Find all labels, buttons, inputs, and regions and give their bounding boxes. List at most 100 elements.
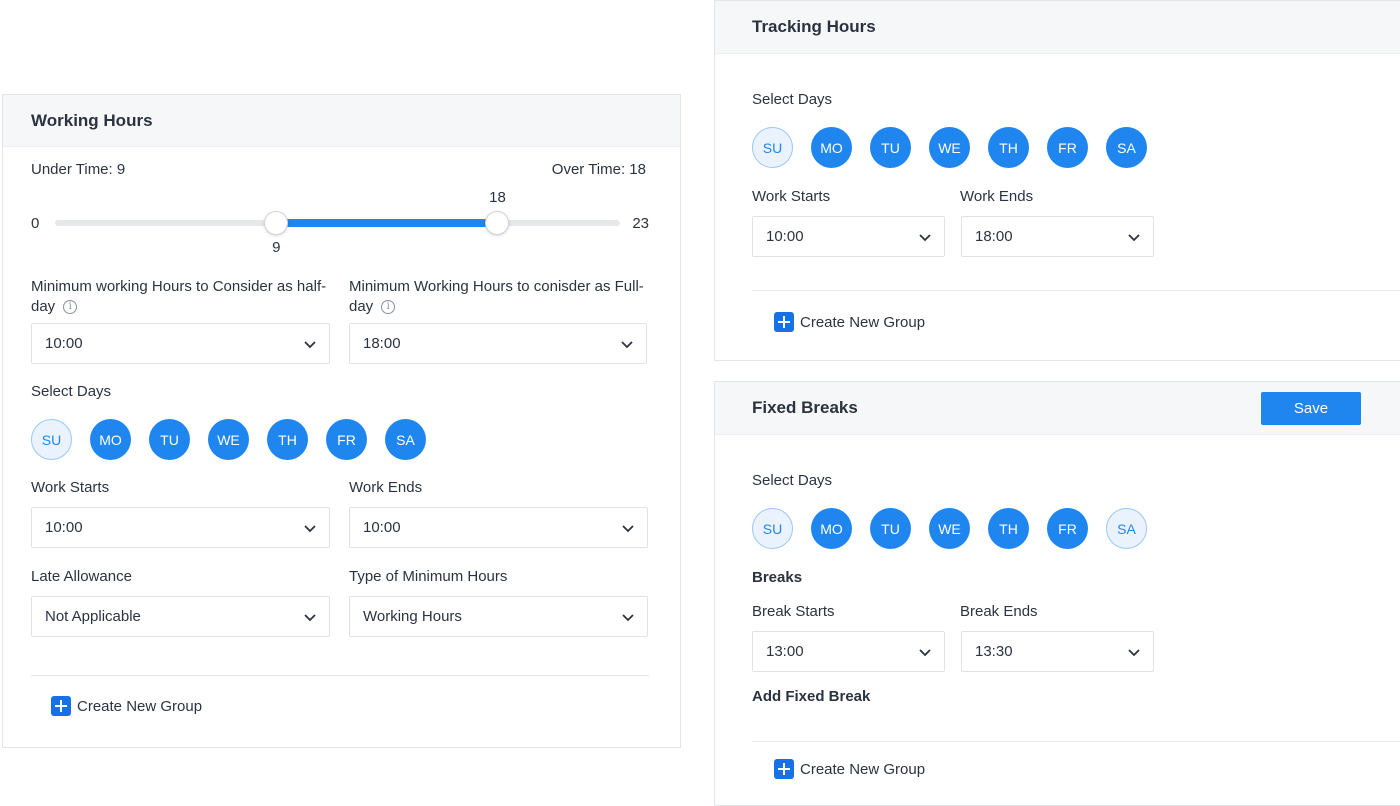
create-new-group-button[interactable]: Create New Group <box>51 696 202 716</box>
full-day-select[interactable]: 18:00 <box>349 323 647 364</box>
tracking-hours-title: Tracking Hours <box>752 17 876 36</box>
work-ends-select[interactable]: 10:00 <box>349 507 648 548</box>
fixed-breaks-title: Fixed Breaks <box>752 398 858 417</box>
slider-high-handle[interactable] <box>485 211 510 235</box>
over-time-label: Over Time: 18 <box>551 161 646 178</box>
add-fixed-break-link[interactable]: Add Fixed Break <box>752 688 870 705</box>
full-day-label: Minimum Working Hours to conisder as Ful… <box>349 277 649 317</box>
break-ends-label: Break Ends <box>960 603 1038 620</box>
min-hours-type-value: Working Hours <box>363 608 462 625</box>
select-days-label: Select Days <box>31 383 112 400</box>
slider-min-label: 0 <box>31 215 40 232</box>
day-toggle-su[interactable]: SU <box>752 508 793 549</box>
day-toggle-tu[interactable]: TU <box>870 127 911 168</box>
day-toggle-sa[interactable]: SA <box>385 419 426 460</box>
plus-icon <box>51 696 71 716</box>
section-divider <box>752 290 1400 291</box>
working-hours-header: Working Hours <box>3 95 680 147</box>
breaks-heading: Breaks <box>752 569 803 586</box>
day-toggle-sa[interactable]: SA <box>1106 508 1147 549</box>
day-toggle-fr[interactable]: FR <box>1047 508 1088 549</box>
day-toggle-mo[interactable]: MO <box>811 508 852 549</box>
day-toggle-su[interactable]: SU <box>752 127 793 168</box>
day-toggle-th[interactable]: TH <box>267 419 308 460</box>
work-starts-label: Work Starts <box>31 479 110 496</box>
chevron-down-icon <box>621 341 633 349</box>
break-ends-select[interactable]: 13:30 <box>961 631 1154 672</box>
section-divider <box>752 741 1400 742</box>
chevron-down-icon <box>304 614 316 622</box>
work-ends-value: 18:00 <box>975 228 1013 245</box>
half-day-select[interactable]: 10:00 <box>31 323 330 364</box>
day-toggle-fr[interactable]: FR <box>1047 127 1088 168</box>
late-allowance-label: Late Allowance <box>31 568 132 585</box>
day-toggle-we[interactable]: WE <box>929 127 970 168</box>
break-starts-select[interactable]: 13:00 <box>752 631 945 672</box>
tracking-hours-card: Tracking Hours Select Days Work Starts 1… <box>714 0 1400 361</box>
work-ends-value: 10:00 <box>363 519 401 536</box>
section-divider <box>31 675 649 676</box>
fixed-breaks-card: Fixed Breaks Save Select Days Breaks Bre… <box>714 381 1400 806</box>
working-hours-card: Working Hours Under Time: 9 Over Time: 1… <box>2 94 681 748</box>
day-toggle-mo[interactable]: MO <box>90 419 131 460</box>
save-button[interactable]: Save <box>1261 391 1361 425</box>
day-toggle-tu[interactable]: TU <box>870 508 911 549</box>
slider-high-value: 18 <box>489 189 506 206</box>
info-icon[interactable]: i <box>381 300 396 315</box>
chevron-down-icon <box>304 525 316 533</box>
work-ends-select[interactable]: 18:00 <box>961 216 1154 257</box>
day-toggle-th[interactable]: TH <box>988 127 1029 168</box>
chevron-down-icon <box>622 525 634 533</box>
work-ends-label: Work Ends <box>349 479 423 496</box>
tracking-hours-header: Tracking Hours <box>715 1 1400 54</box>
work-ends-label: Work Ends <box>960 188 1034 205</box>
chevron-down-icon <box>304 341 316 349</box>
select-days-label: Select Days <box>752 472 833 489</box>
chevron-down-icon <box>919 234 931 242</box>
work-starts-select[interactable]: 10:00 <box>752 216 945 257</box>
day-toggle-we[interactable]: WE <box>929 508 970 549</box>
plus-icon <box>774 759 794 779</box>
time-range-slider[interactable]: 0 23 9 18 <box>31 189 649 259</box>
create-new-group-button[interactable]: Create New Group <box>774 312 925 332</box>
day-toggle-sa[interactable]: SA <box>1106 127 1147 168</box>
slider-max-label: 23 <box>632 215 649 232</box>
break-starts-label: Break Starts <box>752 603 835 620</box>
chevron-down-icon <box>622 614 634 622</box>
day-toggle-th[interactable]: TH <box>988 508 1029 549</box>
work-starts-value: 10:00 <box>45 519 83 536</box>
late-allowance-select[interactable]: Not Applicable <box>31 596 330 637</box>
chevron-down-icon <box>1128 649 1140 657</box>
slider-low-handle[interactable] <box>264 211 289 235</box>
min-hours-type-select[interactable]: Working Hours <box>349 596 648 637</box>
info-icon[interactable]: i <box>63 300 78 315</box>
work-starts-select[interactable]: 10:00 <box>31 507 330 548</box>
create-new-group-label: Create New Group <box>800 760 926 778</box>
create-new-group-label: Create New Group <box>77 697 203 715</box>
break-ends-value: 13:30 <box>975 643 1013 660</box>
day-toggle-tu[interactable]: TU <box>149 419 190 460</box>
slider-selected-range <box>276 219 498 227</box>
day-toggle-mo[interactable]: MO <box>811 127 852 168</box>
select-days-label: Select Days <box>752 91 833 108</box>
day-toggle-we[interactable]: WE <box>208 419 249 460</box>
day-toggle-fr[interactable]: FR <box>326 419 367 460</box>
plus-icon <box>774 312 794 332</box>
min-hours-type-label: Type of Minimum Hours <box>349 568 508 585</box>
half-day-value: 10:00 <box>45 335 83 352</box>
create-new-group-label: Create New Group <box>800 313 926 331</box>
work-starts-label: Work Starts <box>752 188 831 205</box>
full-day-value: 18:00 <box>363 335 401 352</box>
under-time-label: Under Time: 9 <box>31 161 126 178</box>
fixed-breaks-header: Fixed Breaks Save <box>715 382 1400 435</box>
slider-low-value: 9 <box>272 239 281 256</box>
create-new-group-button[interactable]: Create New Group <box>774 759 925 779</box>
working-hours-title: Working Hours <box>31 110 153 130</box>
work-starts-value: 10:00 <box>766 228 804 245</box>
half-day-label: Minimum working Hours to Consider as hal… <box>31 277 331 317</box>
day-toggle-su[interactable]: SU <box>31 419 72 460</box>
chevron-down-icon <box>1128 234 1140 242</box>
late-allowance-value: Not Applicable <box>45 608 141 625</box>
chevron-down-icon <box>919 649 931 657</box>
break-starts-value: 13:00 <box>766 643 804 660</box>
